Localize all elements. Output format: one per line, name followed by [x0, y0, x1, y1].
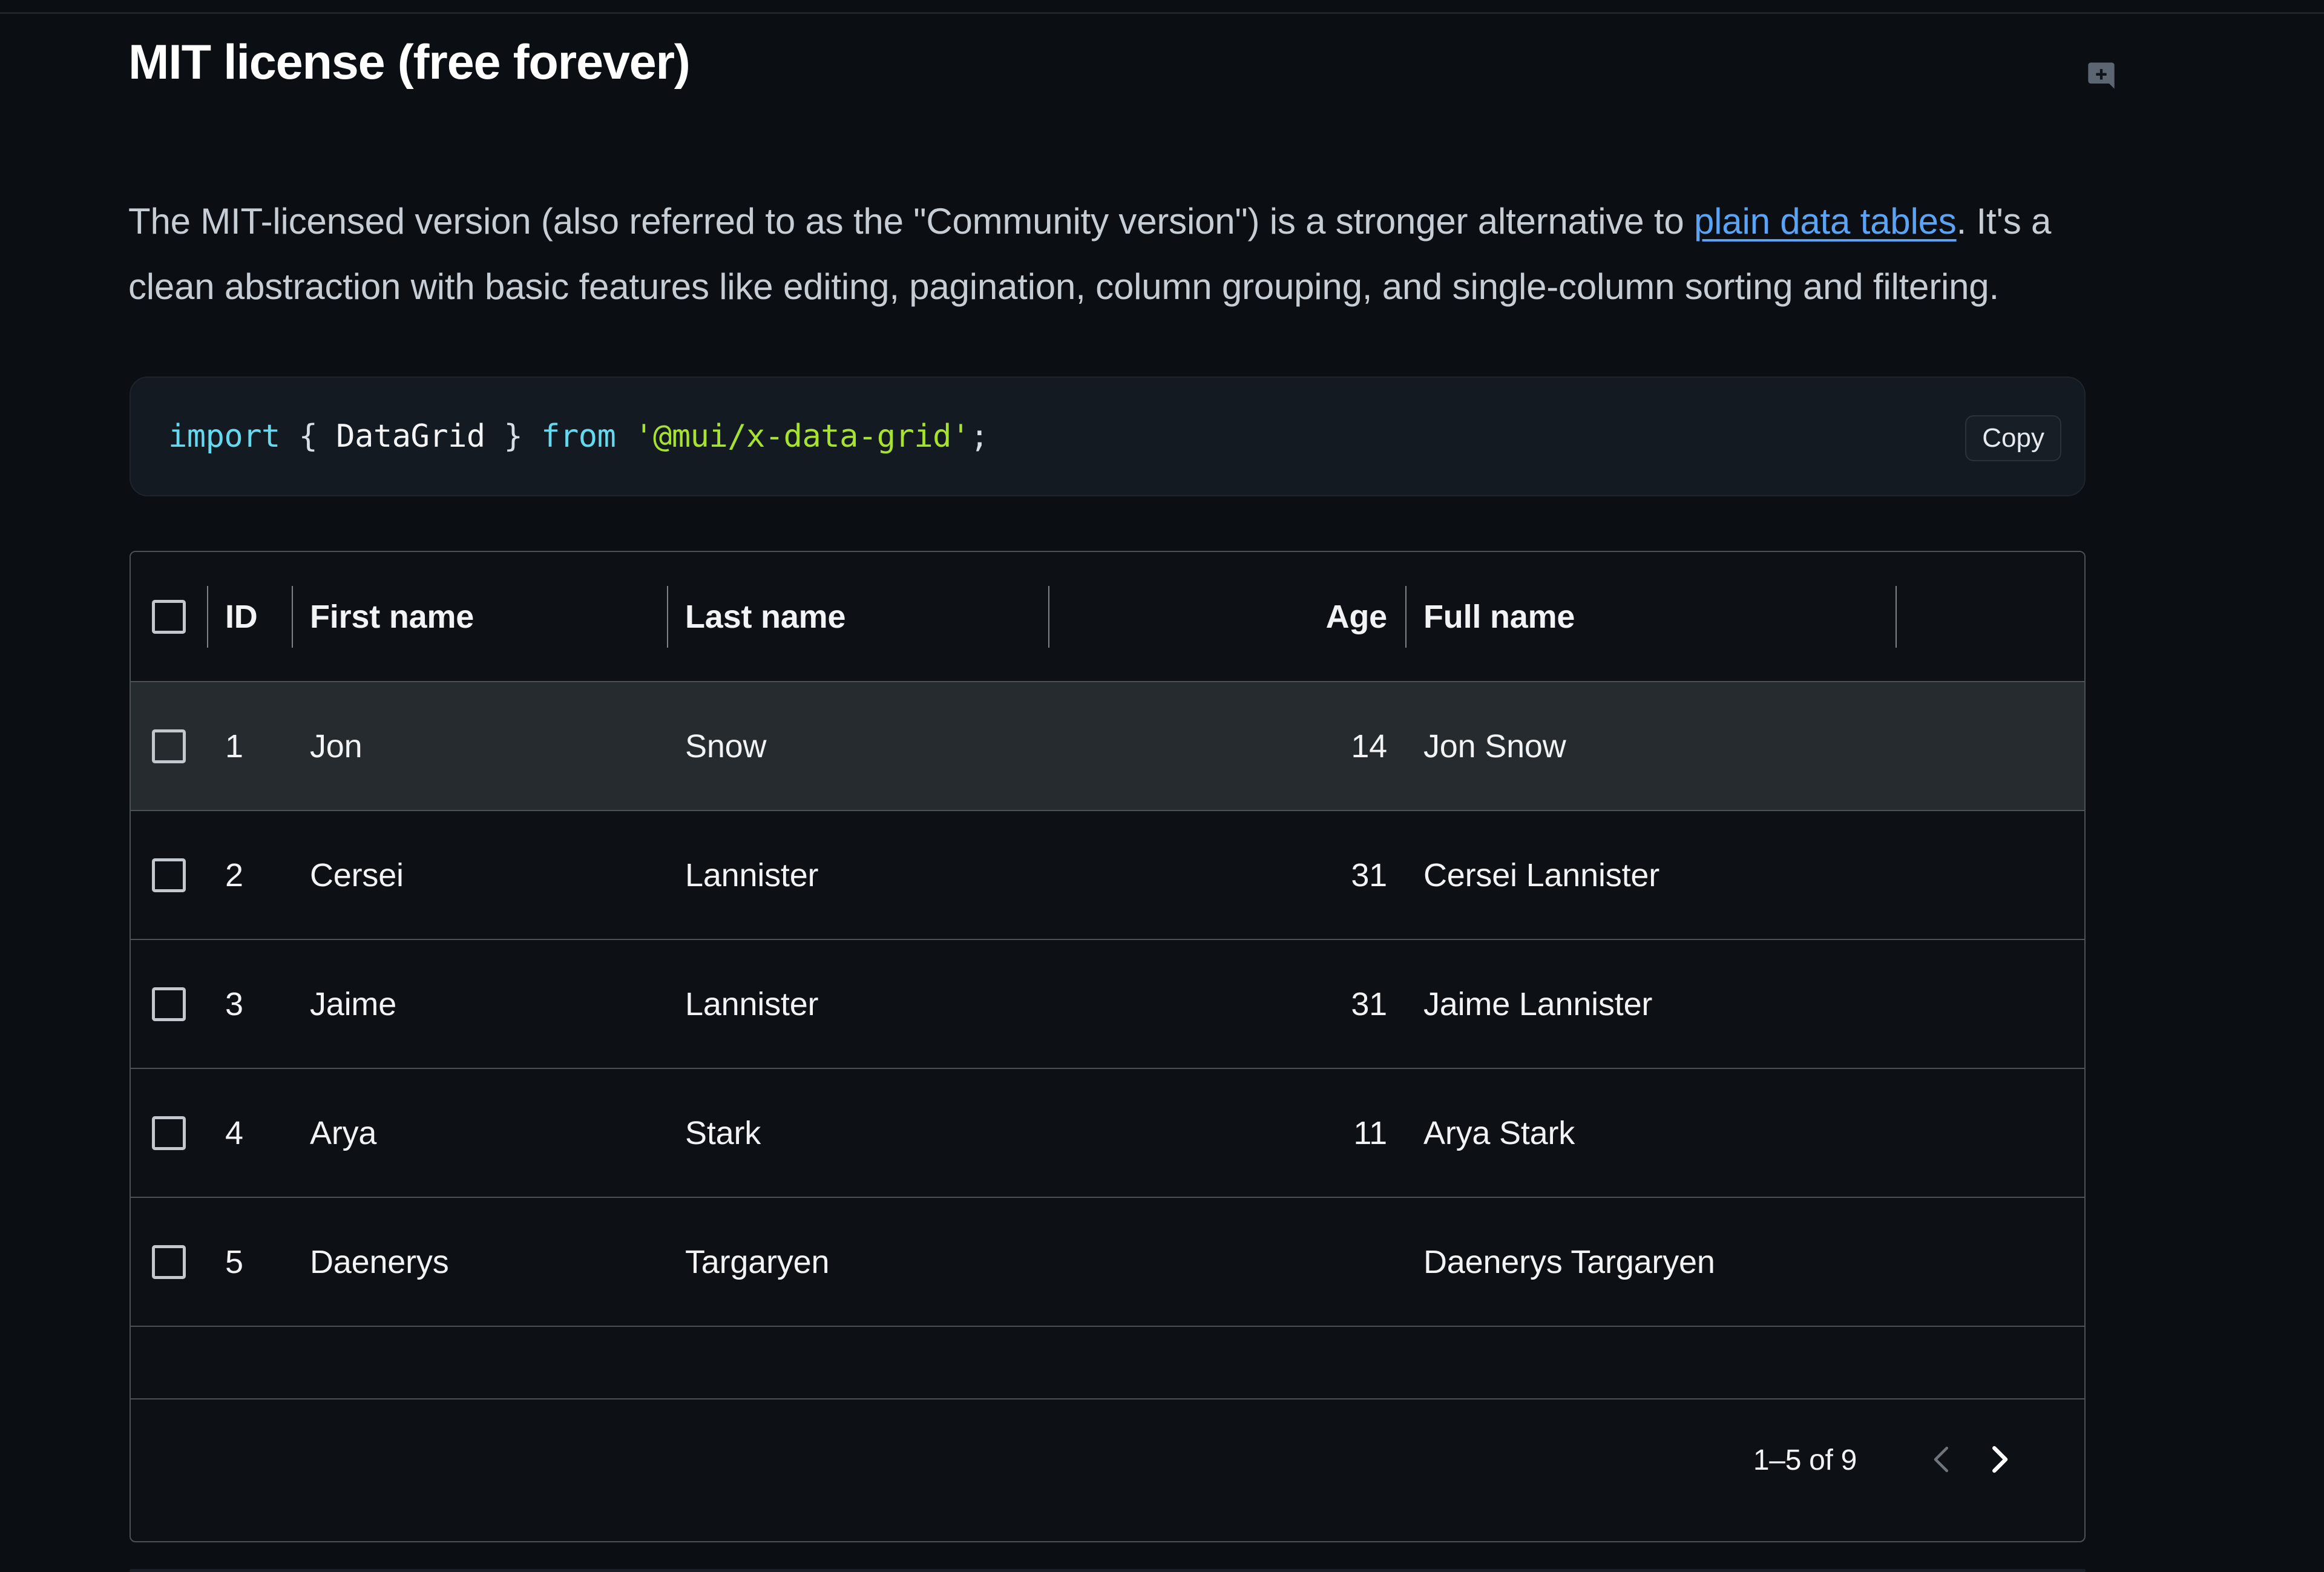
page-root: MIT license (free forever) The MIT-licen…: [0, 0, 2324, 1572]
next-section-top-edge: [130, 1569, 2086, 1572]
table-row[interactable]: 2 Cersei Lannister 31 Cersei Lannister: [131, 811, 2084, 940]
copy-button[interactable]: Copy: [1965, 415, 2061, 461]
column-header-id[interactable]: ID: [207, 552, 292, 681]
cell-spacer: [1896, 811, 2084, 939]
code-snippet[interactable]: import { DataGrid } from '@mui/x-data-gr…: [168, 418, 989, 455]
cell-spacer: [1896, 682, 2084, 810]
heading-row: MIT license (free forever): [128, 35, 2125, 93]
column-header-age[interactable]: Age: [1048, 552, 1405, 681]
table-row[interactable]: 4 Arya Stark 11 Arya Stark: [131, 1069, 2084, 1198]
row-select-checkbox[interactable]: [152, 858, 186, 892]
table-row[interactable]: 1 Jon Snow 14 Jon Snow: [131, 682, 2084, 811]
chevron-right-icon: [1981, 1441, 2018, 1479]
row-select-cell: [131, 940, 207, 1068]
cell-first[interactable]: Jon: [292, 682, 667, 810]
column-header-first-name[interactable]: First name: [292, 552, 667, 681]
row-select-cell: [131, 1069, 207, 1197]
select-all-checkbox[interactable]: [152, 599, 186, 634]
cell-age[interactable]: [1048, 1198, 1405, 1326]
cell-spacer: [1896, 1069, 2084, 1197]
row-select-cell: [131, 682, 207, 810]
column-header-last-name[interactable]: Last name: [667, 552, 1048, 681]
data-grid-footer: 1–5 of 9: [131, 1399, 2084, 1521]
cell-age[interactable]: 14: [1048, 682, 1405, 810]
code-token: ;: [970, 418, 989, 455]
select-all-cell: [131, 552, 207, 681]
code-block: import { DataGrid } from '@mui/x-data-gr…: [130, 377, 2086, 496]
code-token: import: [168, 418, 280, 455]
code-token: '@mui/x-data-grid': [634, 418, 970, 455]
cell-first[interactable]: Jaime: [292, 940, 667, 1068]
cell-first[interactable]: Daenerys: [292, 1198, 667, 1326]
pagination-prev-button[interactable]: [1912, 1431, 1971, 1489]
intro-paragraph: The MIT-licensed version (also referred …: [128, 189, 2107, 320]
table-row[interactable]: 5 Daenerys Targaryen Daenerys Targaryen: [131, 1198, 2084, 1327]
add-comment-icon: [2086, 60, 2117, 93]
cell-id[interactable]: 5: [207, 1198, 292, 1326]
plain-data-tables-link[interactable]: plain data tables: [1694, 201, 1957, 242]
code-token: {: [298, 418, 318, 455]
cell-spacer: [1896, 1198, 2084, 1326]
cell-age[interactable]: 31: [1048, 811, 1405, 939]
cell-id[interactable]: 1: [207, 682, 292, 810]
code-token: from: [541, 418, 616, 455]
row-select-checkbox[interactable]: [152, 987, 186, 1021]
row-select-checkbox[interactable]: [152, 729, 186, 763]
code-token: DataGrid: [336, 418, 485, 455]
cell-id[interactable]: 3: [207, 940, 292, 1068]
cell-id[interactable]: 2: [207, 811, 292, 939]
cell-age[interactable]: 31: [1048, 940, 1405, 1068]
cell-spacer: [1896, 940, 2084, 1068]
cell-id[interactable]: 4: [207, 1069, 292, 1197]
intro-text-before-link: The MIT-licensed version (also referred …: [128, 201, 1694, 242]
cell-first[interactable]: Arya: [292, 1069, 667, 1197]
add-comment-button[interactable]: [2084, 59, 2118, 93]
cell-last[interactable]: Snow: [667, 682, 1048, 810]
cell-full[interactable]: Jon Snow: [1405, 682, 1896, 810]
cell-full[interactable]: Cersei Lannister: [1405, 811, 1896, 939]
row-select-cell: [131, 1198, 207, 1326]
cell-last[interactable]: Targaryen: [667, 1198, 1048, 1326]
cell-age[interactable]: 11: [1048, 1069, 1405, 1197]
data-grid-header-row: ID First name Last name Age Full name: [131, 552, 2084, 682]
pagination-range-label: 1–5 of 9: [1753, 1444, 1857, 1476]
cell-full[interactable]: Jaime Lannister: [1405, 940, 1896, 1068]
cell-full[interactable]: Daenerys Targaryen: [1405, 1198, 1896, 1326]
page-title: MIT license (free forever): [128, 35, 691, 90]
row-select-checkbox[interactable]: [152, 1245, 186, 1279]
data-grid: ID First name Last name Age Full name 1J…: [130, 551, 2086, 1542]
cell-first[interactable]: Cersei: [292, 811, 667, 939]
column-header-full-name[interactable]: Full name: [1405, 552, 1896, 681]
cell-last[interactable]: Lannister: [667, 811, 1048, 939]
top-divider: [0, 12, 2324, 14]
code-token: }: [504, 418, 523, 455]
chevron-left-icon: [1923, 1441, 1960, 1479]
row-select-checkbox[interactable]: [152, 1116, 186, 1150]
data-grid-filler-row: [131, 1327, 2084, 1399]
column-header-spacer: [1896, 552, 2084, 681]
cell-full[interactable]: Arya Stark: [1405, 1069, 1896, 1197]
code-line: import { DataGrid } from '@mui/x-data-gr…: [168, 378, 989, 495]
table-row[interactable]: 3 Jaime Lannister 31 Jaime Lannister: [131, 940, 2084, 1069]
pagination-next-button[interactable]: [1971, 1431, 2029, 1489]
row-select-cell: [131, 811, 207, 939]
cell-last[interactable]: Lannister: [667, 940, 1048, 1068]
data-grid-body: 1 Jon Snow 14 Jon Snow 2 Cersei Lannister 31 Cers…: [131, 682, 2084, 1327]
cell-last[interactable]: Stark: [667, 1069, 1048, 1197]
